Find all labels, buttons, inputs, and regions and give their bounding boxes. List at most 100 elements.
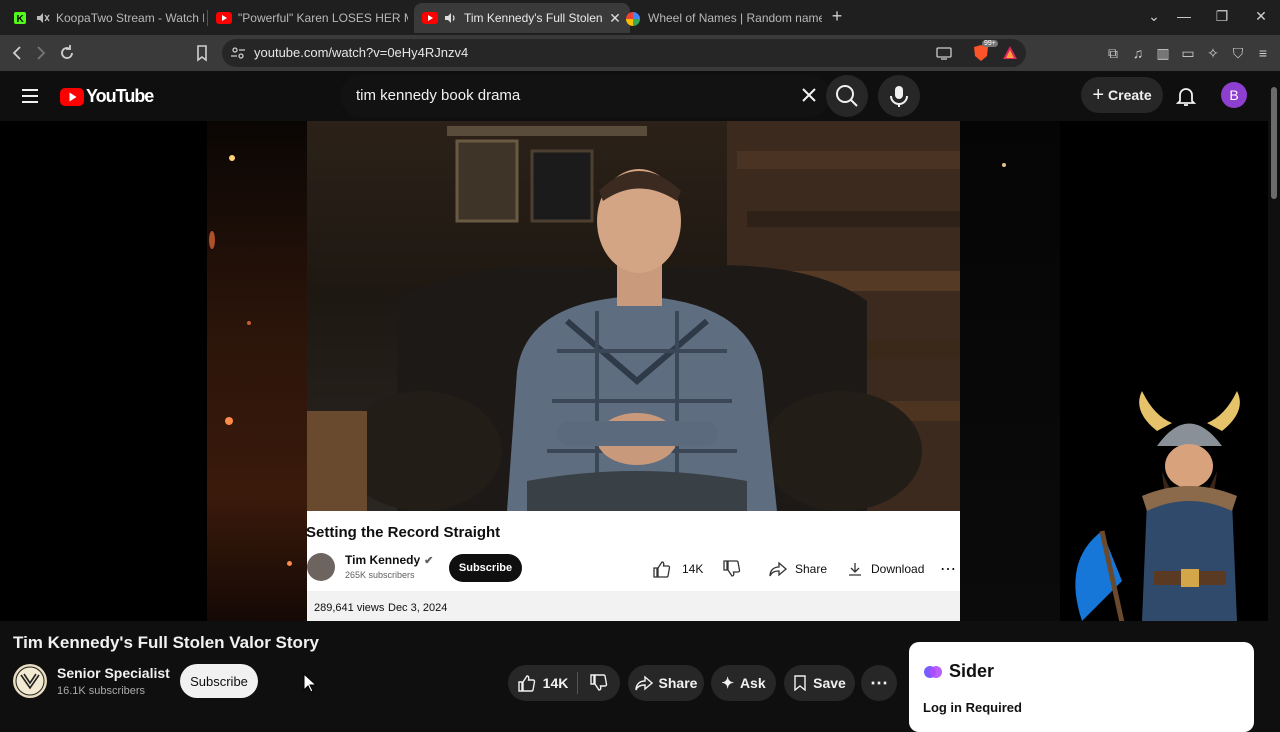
browser-tab-karen[interactable]: "Powerful" Karen LOSES HER MIND V [210, 3, 414, 33]
more-actions-icon[interactable]: ⋯ [861, 665, 897, 701]
sider-logo: Sider [923, 661, 994, 682]
ember [1002, 163, 1006, 167]
like-button[interactable]: 14K [509, 674, 577, 692]
plus-icon: + [1092, 83, 1105, 106]
share-icon [769, 561, 787, 577]
sidebar-icon[interactable]: ▥ [1154, 44, 1172, 62]
browser-toolbar: youtube.com/watch?v=0eHy4RJnzv4 99+ ⧉ ♫ … [0, 35, 1280, 71]
youtube-play-icon [60, 87, 84, 106]
embedded-subscriber-count: 265K subscribers [345, 570, 415, 580]
logo-text: YouTube [86, 86, 154, 106]
chevron-down-icon[interactable]: ⌄ [1144, 8, 1164, 25]
clear-search-icon[interactable] [800, 86, 818, 109]
thumbs-down-icon [723, 560, 741, 577]
embedded-channel-name-row: Tim Kennedy ✔ [345, 553, 433, 567]
save-label: Save [813, 675, 846, 691]
thumbs-up-icon [517, 675, 535, 692]
speaker-icon [444, 12, 458, 24]
video-frame[interactable] [307, 121, 960, 511]
wheel-icon [626, 12, 642, 26]
subscriber-count: 16.1K subscribers [57, 685, 146, 697]
video-title: Tim Kennedy's Full Stolen Valor Story [13, 633, 320, 652]
wallet-icon[interactable]: ▭ [1179, 44, 1197, 62]
page-scrollbar[interactable] [1268, 71, 1280, 720]
new-tab-icon[interactable]: + [827, 6, 847, 27]
address-bar[interactable]: youtube.com/watch?v=0eHy4RJnzv4 99+ [222, 39, 1026, 67]
microphone-icon [890, 86, 908, 107]
ember [209, 231, 215, 249]
voice-search-button[interactable] [878, 75, 920, 117]
embedded-video-title: Setting the Record Straight [306, 524, 501, 541]
embedded-channel-name: Tim Kennedy [345, 553, 421, 567]
subscribe-button[interactable]: Subscribe [180, 664, 258, 698]
channel-avatar[interactable] [13, 664, 47, 698]
embedded-description-box: 289,641 views Dec 3, 2024 [307, 591, 960, 621]
menu-icon[interactable]: ≡ [1254, 44, 1272, 62]
close-window-icon[interactable]: ✕ [1251, 8, 1271, 25]
like-count: 14K [542, 675, 569, 691]
embedded-download-label: Download [871, 562, 925, 576]
back-icon[interactable] [7, 43, 27, 63]
sider-brain-icon [924, 665, 942, 678]
sider-brand: Sider [949, 661, 995, 681]
scrollbar-thumb[interactable] [1271, 87, 1277, 199]
mouse-cursor-icon [303, 673, 317, 693]
save-button[interactable]: Save [784, 665, 855, 701]
browser-tab-strip: K KoopaTwo Stream - Watch Live o "Powerf… [0, 0, 1280, 35]
browser-tab-wheel[interactable]: Wheel of Names | Random name pic [620, 3, 828, 33]
thumbs-down-icon [589, 674, 607, 691]
dislike-button[interactable] [578, 674, 620, 692]
share-button[interactable]: Share [628, 665, 704, 701]
embedded-video-panel: Setting the Record Straight Tim Kennedy … [306, 511, 960, 621]
ask-button[interactable]: ✦ Ask [711, 665, 776, 701]
embedded-like-count: 14K [682, 562, 704, 576]
tab-title: Tim Kennedy's Full Stolen Val [464, 11, 602, 25]
hamburger-menu-icon[interactable] [20, 86, 40, 111]
restore-icon[interactable]: ❐ [1212, 8, 1232, 25]
youtube-header: YouTube tim kennedy book drama + Create … [0, 71, 1280, 121]
url-text: youtube.com/watch?v=0eHy4RJnzv4 [254, 45, 469, 60]
create-button[interactable]: + Create [1081, 77, 1163, 113]
cast-icon[interactable] [936, 45, 952, 66]
kick-icon: K [14, 12, 30, 25]
minimize-icon[interactable]: — [1174, 8, 1194, 24]
search-input[interactable]: tim kennedy book drama [340, 75, 830, 117]
vpn-shield-icon[interactable]: ⛉ [1229, 44, 1247, 62]
embedded-download-button[interactable]: Download [847, 554, 924, 584]
sider-popup: Sider Log in Required [909, 642, 1254, 732]
ember-background-left [207, 121, 307, 621]
channel-name[interactable]: Senior Specialist [57, 665, 170, 681]
search-button[interactable] [826, 75, 868, 117]
muted-speaker-icon [36, 12, 50, 24]
embedded-like-button[interactable]: 14K [652, 554, 703, 584]
browser-tab-kick[interactable]: K KoopaTwo Stream - Watch Live o [8, 3, 210, 33]
bookmark-icon[interactable] [192, 43, 212, 63]
thumbs-up-icon [653, 561, 671, 578]
youtube-logo[interactable]: YouTube [60, 86, 154, 107]
create-label: Create [1108, 87, 1152, 103]
video-player[interactable]: Setting the Record Straight Tim Kennedy … [0, 121, 1268, 621]
embedded-share-button[interactable]: Share [769, 554, 827, 584]
reload-icon[interactable] [57, 43, 77, 63]
site-settings-icon[interactable] [230, 45, 246, 66]
embedded-upload-date: Dec 3, 2024 [388, 602, 448, 614]
embedded-dislike-button[interactable] [722, 554, 742, 584]
embedded-view-count: 289,641 views [314, 602, 385, 614]
embedded-more-icon[interactable]: ⋯ [940, 554, 956, 584]
brave-rewards-icon[interactable] [1002, 45, 1018, 66]
leo-ai-icon[interactable]: ✧ [1204, 44, 1222, 62]
ask-label: Ask [739, 675, 766, 691]
forward-icon[interactable] [31, 43, 51, 63]
ember [287, 561, 292, 566]
speaker-scene [307, 121, 960, 511]
brave-shield-icon[interactable] [972, 44, 990, 67]
tab-separator [207, 10, 208, 26]
ember [225, 417, 233, 425]
extensions-icon[interactable]: ⧉ [1104, 44, 1122, 62]
notifications-bell-icon[interactable] [1175, 85, 1197, 112]
avatar[interactable]: B [1221, 82, 1247, 108]
music-icon[interactable]: ♫ [1129, 44, 1147, 62]
embedded-subscribe-button[interactable]: Subscribe [449, 554, 522, 582]
browser-tab-active[interactable]: Tim Kennedy's Full Stolen Val ✕ [414, 3, 630, 33]
tab-title: Wheel of Names | Random name pic [648, 11, 822, 25]
